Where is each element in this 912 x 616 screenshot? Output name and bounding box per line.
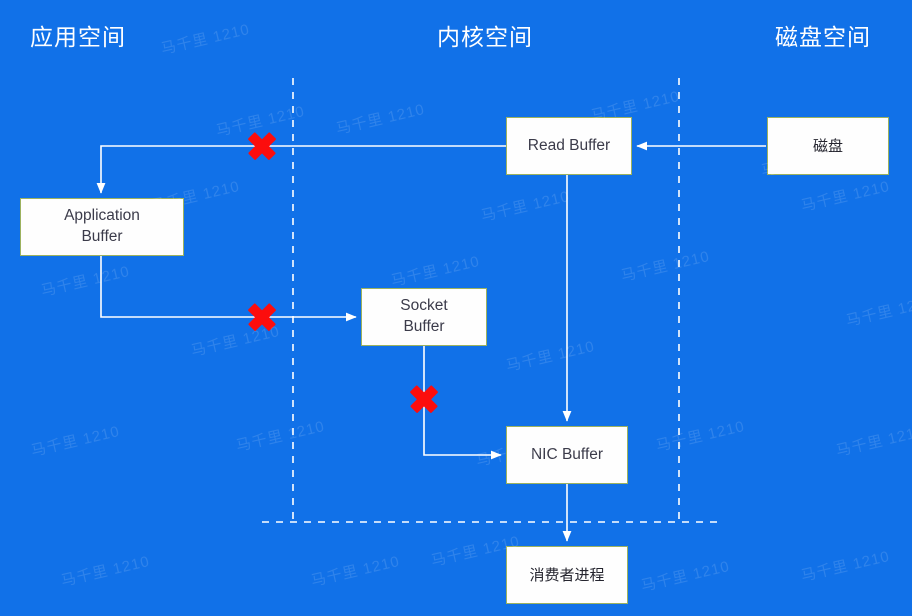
x-marker-application-to-socket-icon xyxy=(247,302,277,332)
node-consumer-process-label: 消费者进程 xyxy=(529,565,605,584)
flow-read-buffer-to-application-buffer xyxy=(96,145,506,194)
node-nic-buffer-label: NIC Buffer xyxy=(530,445,604,463)
diagram-canvas: 应用空间 内核空间 磁盘空间 Read Buffer 磁盘 Applicatio… xyxy=(0,0,912,616)
node-read-buffer[interactable]: Read Buffer xyxy=(506,117,632,175)
section-title-kernel-space: 内核空间 xyxy=(437,25,533,51)
section-title-disk-space: 磁盘空间 xyxy=(775,25,871,51)
x-marker-socket-to-nic-icon xyxy=(409,384,439,414)
x-marker-read-to-application-icon xyxy=(247,131,277,161)
node-socket-buffer[interactable]: Socket Buffer xyxy=(361,288,487,346)
node-socket-buffer-label: Socket Buffer xyxy=(400,297,448,335)
flow-application-buffer-to-socket-buffer xyxy=(100,256,357,322)
node-application-buffer[interactable]: Application Buffer xyxy=(20,198,184,256)
node-nic-buffer[interactable]: NIC Buffer xyxy=(506,426,628,484)
section-title-app-space: 应用空间 xyxy=(30,25,126,51)
node-disk[interactable]: 磁盘 xyxy=(767,117,889,175)
node-consumer-process[interactable]: 消费者进程 xyxy=(506,546,628,604)
node-read-buffer-label: Read Buffer xyxy=(527,136,611,154)
node-disk-label: 磁盘 xyxy=(812,136,843,155)
node-application-buffer-label: Application Buffer xyxy=(64,207,140,245)
